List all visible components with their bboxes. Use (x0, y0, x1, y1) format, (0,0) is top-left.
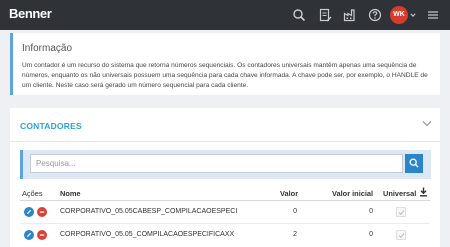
counters-card: CONTADORES Ações Nome Valor Valor inicia… (10, 108, 440, 247)
benner-logo[interactable]: Benner (9, 6, 52, 21)
counters-title: CONTADORES (20, 121, 82, 131)
edit-button[interactable] (24, 207, 34, 217)
chevron-down-icon[interactable] (410, 11, 416, 20)
search-input[interactable] (30, 154, 403, 173)
chevron-down-icon[interactable] (422, 120, 432, 129)
row-value: 2 (293, 231, 297, 238)
column-header-value[interactable]: Valor (280, 189, 298, 198)
table-row[interactable]: CORPORATIVO_05.05CABESP_COMPILACAOESPECI… (10, 201, 440, 224)
row-initial-value: 0 (369, 231, 373, 238)
search-icon[interactable] (292, 8, 306, 22)
search-icon (409, 158, 419, 168)
row-name: CORPORATIVO_05.05CABESP_COMPILACAOESPECI (60, 208, 238, 215)
document-icon[interactable] (318, 8, 332, 22)
info-text: Um contador é um recurso do sistema que … (22, 62, 428, 89)
factory-icon[interactable] (343, 8, 357, 22)
column-header-initial-value[interactable]: Valor inicial (332, 189, 373, 198)
column-header-actions: Ações (22, 189, 43, 198)
search-bar (20, 150, 431, 179)
edit-button[interactable] (24, 230, 34, 240)
user-avatar[interactable]: WK (390, 6, 408, 24)
download-icon[interactable] (419, 187, 428, 199)
check-icon (398, 233, 405, 239)
delete-button[interactable] (37, 230, 47, 240)
row-initial-value: 0 (369, 208, 373, 215)
pencil-icon (27, 232, 32, 237)
minus-icon (39, 234, 45, 236)
pencil-icon (27, 209, 32, 214)
info-title: Informação (22, 43, 73, 54)
column-header-name[interactable]: Nome (60, 189, 81, 198)
top-bar: Benner WK (0, 0, 450, 30)
column-header-universal[interactable]: Universal (383, 189, 416, 198)
info-panel: Informação Um contador é um recurso do s… (10, 33, 440, 95)
minus-icon (39, 211, 45, 213)
delete-button[interactable] (37, 207, 47, 217)
divider (10, 141, 440, 142)
row-name: CORPORATIVO_05.05_COMPILACAOESPECIFICAXX (60, 231, 235, 238)
universal-checkbox (396, 207, 406, 217)
help-icon[interactable] (368, 8, 382, 22)
row-value: 0 (293, 208, 297, 215)
search-button[interactable] (405, 154, 423, 173)
table-row[interactable]: CORPORATIVO_05.05_COMPILACAOESPECIFICAXX… (10, 224, 440, 247)
check-icon (398, 210, 405, 216)
menu-icon[interactable] (426, 8, 440, 22)
universal-checkbox (396, 230, 406, 240)
